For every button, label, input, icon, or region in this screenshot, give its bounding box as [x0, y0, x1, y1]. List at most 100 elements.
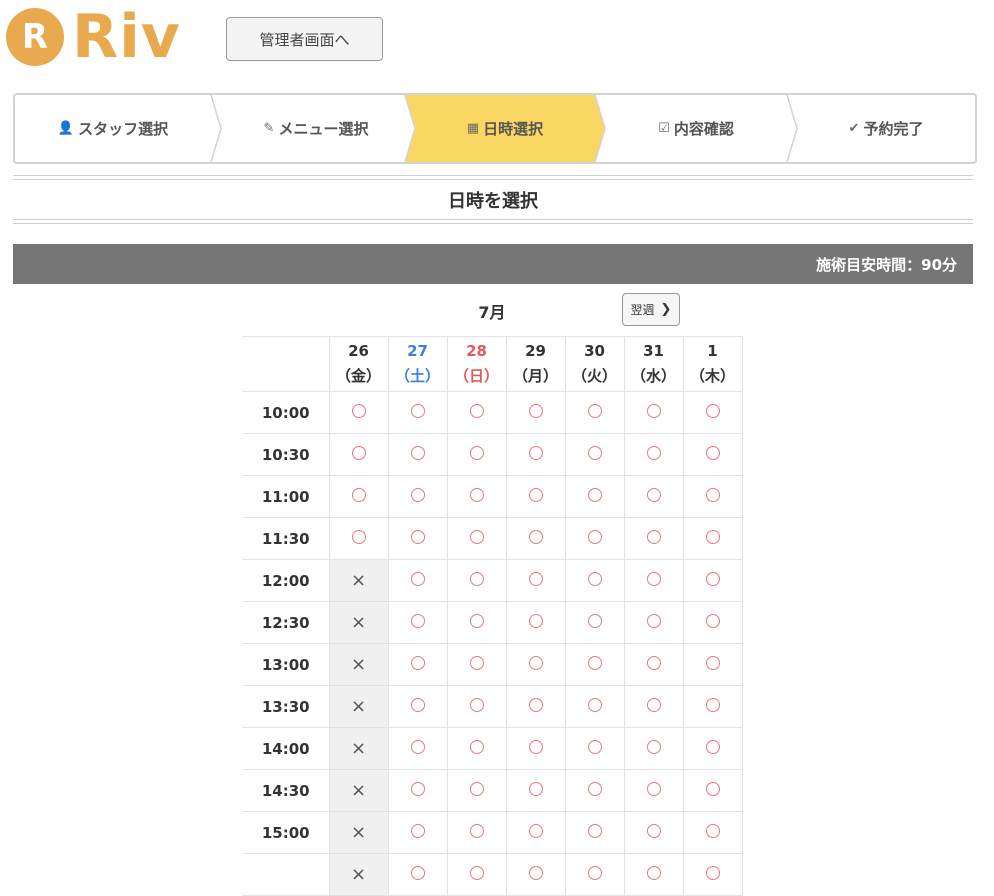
day-date: 26 — [348, 342, 369, 360]
next-week-button[interactable]: 翌週 ❯ — [622, 293, 680, 326]
available-slot[interactable] — [564, 601, 625, 644]
circle-icon — [705, 572, 720, 586]
available-slot[interactable] — [446, 433, 507, 476]
available-slot[interactable] — [682, 475, 743, 518]
available-slot[interactable] — [564, 769, 625, 812]
available-slot[interactable] — [505, 517, 566, 560]
available-slot[interactable] — [564, 433, 625, 476]
circle-icon — [587, 698, 602, 712]
time-row: 14:30 × — [243, 769, 743, 812]
available-slot[interactable] — [682, 685, 743, 728]
available-slot[interactable] — [623, 685, 684, 728]
available-slot[interactable] — [446, 391, 507, 434]
available-slot[interactable] — [623, 517, 684, 560]
circle-icon — [469, 656, 484, 670]
available-slot[interactable] — [682, 433, 743, 476]
available-slot[interactable] — [564, 391, 625, 434]
available-slot[interactable] — [623, 769, 684, 812]
step-1: 👤 スタッフ選択 — [15, 95, 211, 162]
available-slot[interactable] — [505, 727, 566, 770]
available-slot[interactable] — [328, 517, 389, 560]
step-2: ✎ メニュー選択 — [221, 95, 411, 162]
available-slot[interactable] — [446, 517, 507, 560]
available-slot[interactable] — [387, 433, 448, 476]
circle-icon — [587, 488, 602, 502]
circle-icon — [528, 656, 543, 670]
available-slot[interactable] — [623, 433, 684, 476]
available-slot[interactable] — [623, 475, 684, 518]
available-slot[interactable] — [682, 559, 743, 602]
available-slot[interactable] — [505, 685, 566, 728]
available-slot[interactable] — [505, 811, 566, 854]
available-slot[interactable] — [505, 475, 566, 518]
step-5: ✔ 予約完了 — [797, 95, 975, 162]
available-slot[interactable] — [505, 643, 566, 686]
logo[interactable]: R Riv — [6, 6, 181, 68]
circle-icon — [469, 824, 484, 838]
available-slot[interactable] — [623, 727, 684, 770]
available-slot[interactable] — [387, 391, 448, 434]
day-weekday: （土） — [394, 367, 440, 385]
title-rule-bottom — [13, 219, 973, 224]
available-slot[interactable] — [387, 727, 448, 770]
available-slot[interactable] — [623, 391, 684, 434]
step-label: スタッフ選択 — [78, 120, 169, 138]
available-slot[interactable] — [446, 811, 507, 854]
available-slot[interactable] — [564, 517, 625, 560]
day-header: 30 （火） — [564, 336, 625, 392]
available-slot[interactable] — [623, 811, 684, 854]
available-slot[interactable] — [446, 475, 507, 518]
available-slot[interactable] — [446, 559, 507, 602]
available-slot[interactable] — [505, 391, 566, 434]
available-slot[interactable] — [682, 601, 743, 644]
available-slot[interactable] — [387, 685, 448, 728]
available-slot[interactable] — [564, 559, 625, 602]
circle-icon — [410, 572, 425, 586]
time-label: 14:00 — [243, 727, 330, 770]
available-slot[interactable] — [564, 685, 625, 728]
available-slot[interactable] — [682, 811, 743, 854]
available-slot[interactable] — [387, 643, 448, 686]
available-slot[interactable] — [682, 517, 743, 560]
available-slot[interactable] — [505, 559, 566, 602]
available-slot[interactable] — [682, 643, 743, 686]
available-slot[interactable] — [505, 433, 566, 476]
step-label: 内容確認 — [673, 120, 734, 138]
available-slot[interactable] — [682, 769, 743, 812]
available-slot[interactable] — [682, 391, 743, 434]
available-slot[interactable] — [564, 475, 625, 518]
available-slot[interactable] — [564, 811, 625, 854]
step-label: メニュー選択 — [278, 120, 369, 138]
circle-icon — [410, 446, 425, 460]
available-slot[interactable] — [446, 685, 507, 728]
available-slot[interactable] — [446, 769, 507, 812]
circle-icon — [705, 446, 720, 460]
available-slot[interactable] — [505, 601, 566, 644]
available-slot[interactable] — [564, 643, 625, 686]
available-slot[interactable] — [328, 391, 389, 434]
circle-icon — [646, 614, 661, 628]
available-slot[interactable] — [446, 727, 507, 770]
available-slot[interactable] — [446, 643, 507, 686]
corner-cell — [243, 336, 330, 392]
available-slot[interactable] — [623, 559, 684, 602]
step-3: ▦ 日時選択 — [415, 95, 595, 162]
admin-screen-button[interactable]: 管理者画面へ — [226, 17, 383, 61]
available-slot[interactable] — [682, 727, 743, 770]
circle-icon — [646, 740, 661, 754]
available-slot[interactable] — [328, 433, 389, 476]
available-slot[interactable] — [387, 475, 448, 518]
available-slot[interactable] — [387, 517, 448, 560]
available-slot[interactable] — [387, 769, 448, 812]
available-slot[interactable] — [387, 811, 448, 854]
available-slot[interactable] — [328, 475, 389, 518]
available-slot[interactable] — [623, 643, 684, 686]
available-slot[interactable] — [505, 769, 566, 812]
available-slot[interactable] — [564, 727, 625, 770]
available-slot[interactable] — [623, 601, 684, 644]
available-slot[interactable] — [387, 559, 448, 602]
circle-icon — [646, 488, 661, 502]
available-slot[interactable] — [387, 601, 448, 644]
available-slot[interactable] — [446, 601, 507, 644]
unavailable-slot: × — [328, 601, 389, 644]
